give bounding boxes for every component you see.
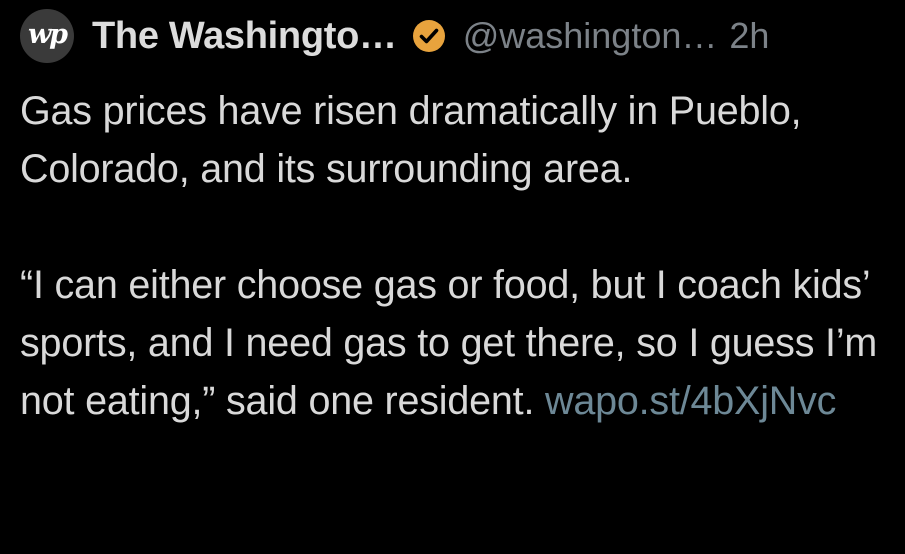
avatar[interactable]: wp [20, 9, 74, 63]
timestamp[interactable]: 2h [729, 15, 769, 57]
tweet-header: wp The Washingto… @washington… 2h [20, 8, 769, 64]
display-name[interactable]: The Washingto… [92, 15, 397, 58]
tweet[interactable]: wp The Washingto… @washington… 2h Gas pr… [0, 0, 905, 554]
avatar-logo-text: wp [27, 18, 68, 50]
tweet-paragraph-1: Gas prices have risen dramatically in Pu… [20, 89, 802, 191]
verified-check-icon [412, 20, 445, 52]
tweet-link[interactable]: wapo.st/4bXjNvc [545, 379, 836, 423]
handle[interactable]: @washington… [463, 15, 718, 57]
tweet-paragraph-2: “I can either choose gas or food, but I … [20, 256, 890, 430]
tweet-body: Gas prices have risen dramatically in Pu… [20, 82, 890, 430]
